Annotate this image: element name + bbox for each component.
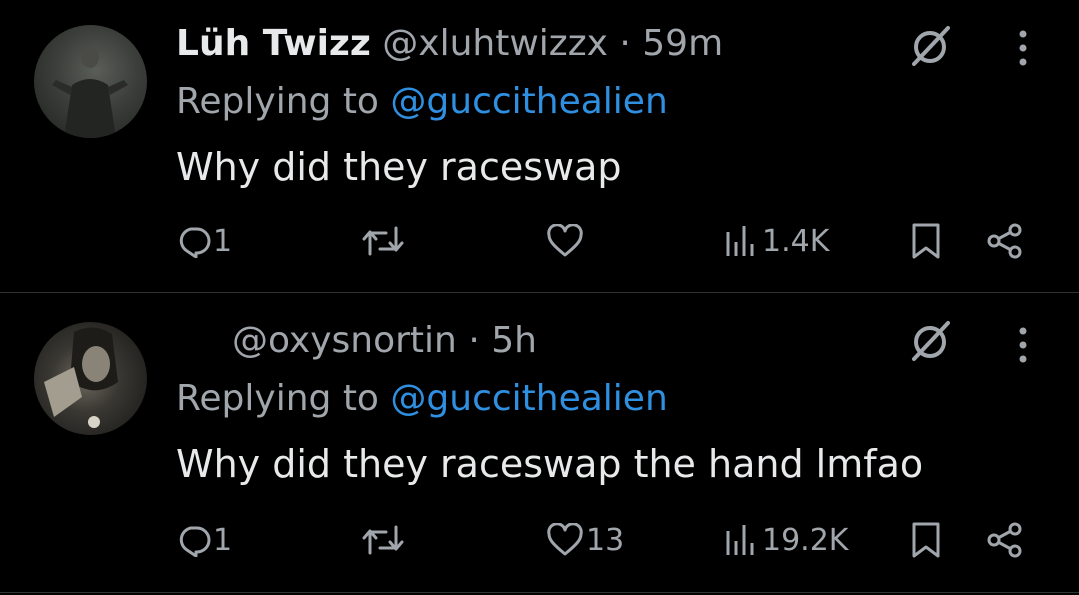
avatar[interactable] [34, 25, 147, 138]
repost-icon [362, 226, 404, 256]
replying-prefix: Replying to [176, 378, 391, 419]
reply-count: 1 [213, 223, 233, 259]
share-button[interactable] [986, 220, 1024, 262]
bookmark-icon [912, 522, 940, 558]
more-icon[interactable] [1010, 28, 1036, 68]
display-name[interactable]: Lüh Twizz [176, 23, 371, 64]
tweet[interactable]: Lüh Twizz @xluhtwizzx · 59m Replying to … [0, 0, 1079, 292]
like-button[interactable] [546, 220, 586, 262]
share-icon [987, 223, 1022, 259]
views-icon [726, 525, 754, 555]
mention-link[interactable]: @guccithealien [390, 378, 667, 419]
timestamp[interactable]: 59m [642, 23, 723, 64]
repost-button[interactable] [362, 519, 406, 561]
separator: · [619, 23, 631, 64]
repost-icon [362, 525, 404, 555]
reply-icon [179, 526, 211, 557]
tweet-header: @oxysnortin · 5h [232, 317, 537, 365]
action-bar: 1 13 19.2K [0, 515, 1079, 565]
tweet[interactable]: @oxysnortin · 5h Replying to @guccitheal… [0, 293, 1079, 593]
repost-button[interactable] [362, 220, 406, 262]
avatar[interactable] [34, 322, 147, 435]
grok-icon[interactable] [906, 317, 954, 365]
views-button[interactable]: 19.2K [724, 519, 848, 561]
bookmark-button[interactable] [910, 220, 942, 262]
grok-icon[interactable] [906, 22, 954, 70]
reply-button[interactable]: 1 [177, 519, 232, 561]
tweet-header: Lüh Twizz @xluhtwizzx · 59m [176, 20, 723, 68]
replying-to: Replying to @guccithealien [176, 78, 668, 126]
reply-icon [179, 227, 211, 258]
timestamp[interactable]: 5h [491, 320, 537, 361]
reply-count: 1 [213, 522, 233, 558]
user-handle[interactable]: @oxysnortin [232, 320, 457, 361]
share-button[interactable] [986, 519, 1024, 561]
replying-to: Replying to @guccithealien [176, 375, 668, 423]
views-icon [726, 226, 754, 256]
views-count: 1.4K [762, 223, 830, 259]
action-bar: 1 1.4K [0, 216, 1079, 266]
like-icon [547, 523, 583, 556]
separator: · [468, 320, 480, 361]
like-button[interactable]: 13 [546, 519, 624, 561]
tweet-text: Why did they raceswap [176, 145, 622, 189]
views-button[interactable]: 1.4K [724, 220, 829, 262]
views-count: 19.2K [762, 522, 849, 558]
user-handle[interactable]: @xluhtwizzx [382, 23, 608, 64]
share-icon [987, 522, 1022, 558]
divider [0, 592, 1079, 593]
like-icon [547, 224, 583, 257]
replying-prefix: Replying to [176, 81, 391, 122]
more-icon[interactable] [1010, 325, 1036, 365]
like-count: 13 [586, 522, 625, 558]
mention-link[interactable]: @guccithealien [390, 81, 667, 122]
bookmark-button[interactable] [910, 519, 942, 561]
tweet-text: Why did they raceswap the hand lmfao [176, 442, 924, 486]
reply-button[interactable]: 1 [177, 220, 232, 262]
bookmark-icon [912, 223, 940, 259]
